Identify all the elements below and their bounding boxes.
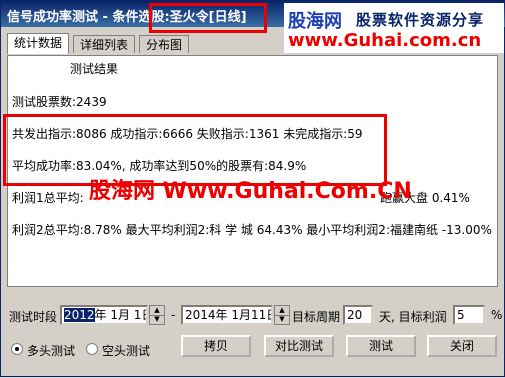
- end-date-spinner[interactable]: ▲ ▼: [274, 305, 290, 325]
- long-test-label[interactable]: 多头测试: [27, 342, 75, 359]
- target-period-input[interactable]: 20: [343, 305, 373, 325]
- target-period-label: 目标周期: [292, 310, 341, 324]
- test-button[interactable]: 测试: [346, 335, 416, 357]
- tab-distribution-label: 分布图: [146, 38, 183, 52]
- short-test-label[interactable]: 空头测试: [102, 342, 150, 359]
- target-period-value: 20: [347, 308, 363, 322]
- tab-detail-list-label: 详细列表: [80, 38, 129, 52]
- start-date-field[interactable]: 2012年 1月 1日: [60, 305, 148, 325]
- percent-label: %: [491, 308, 503, 322]
- end-date-field[interactable]: 2014年 1月11日: [181, 305, 273, 325]
- stock-count: 测试股票数:2439: [12, 95, 107, 109]
- copy-button[interactable]: 拷贝: [181, 335, 251, 357]
- watermark-url: www.Guhai.com.cn: [288, 30, 482, 51]
- date-range-dash: -: [171, 308, 176, 322]
- short-test-radio[interactable]: [86, 343, 98, 355]
- close-button[interactable]: 关闭: [427, 335, 497, 357]
- target-profit-input[interactable]: 5: [453, 305, 485, 325]
- tab-detail-list[interactable]: 详细列表: [73, 35, 135, 53]
- compare-test-button[interactable]: 对比测试: [264, 335, 334, 357]
- start-date-rest: 年 1月 1日: [94, 308, 148, 322]
- start-date-spinner[interactable]: ▲ ▼: [149, 305, 165, 325]
- watermark-logo: 股海网 股票软件资源分享 www.Guhai.com.cn: [284, 3, 504, 53]
- profit2-summary: 利润2总平均:8.78% 最大平均利润2:科 学 城 64.43% 最小平均利润…: [12, 223, 492, 237]
- controls-area: 测试时段 2012年 1月 1日 ▲ ▼ - 2014年 1月11日 ▲ ▼ 目…: [1, 291, 505, 378]
- spin-down-icon[interactable]: ▼: [275, 315, 289, 324]
- spin-down-icon[interactable]: ▼: [150, 315, 164, 324]
- watermark-slogan: 股票软件资源分享: [356, 11, 485, 29]
- long-test-radio[interactable]: [11, 343, 23, 355]
- tab-distribution[interactable]: 分布图: [139, 35, 189, 53]
- tab-statistics-label: 统计数据: [14, 36, 63, 50]
- start-year-selected: 2012: [64, 308, 95, 322]
- tab-statistics[interactable]: 统计数据: [7, 33, 69, 54]
- title-highlight-box: [149, 3, 267, 33]
- end-date-value: 2014年 1月11日: [185, 308, 273, 322]
- watermark-overlay-text: 股海网 Www.Guhai.Com.CN: [89, 179, 412, 204]
- period-label: 测试时段: [9, 310, 58, 324]
- signal-test-window: 信号成功率测试 - 条件选股:圣火令[日线] 股海网 股票软件资源分享 www.…: [0, 0, 505, 377]
- target-profit-label: 天, 目标利润: [379, 310, 447, 324]
- profit1-summary: 利润1总平均:: [12, 191, 84, 205]
- target-profit-value: 5: [457, 308, 465, 322]
- results-heading: 测试结果: [70, 62, 119, 76]
